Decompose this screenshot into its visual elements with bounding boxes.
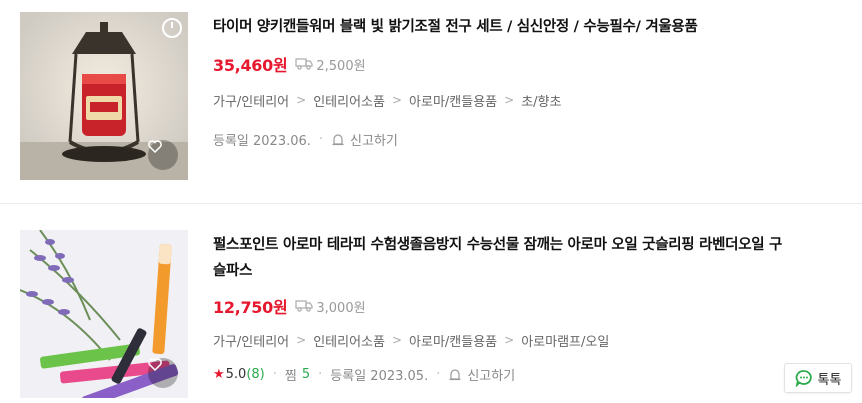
registered-date: 등록일 2023.06. xyxy=(213,133,311,149)
product-title-line: 펄스포인트 아로마 테라피 수험생졸음방지 수능선물 잠깨는 아로마 오일 굿슬… xyxy=(213,237,783,253)
siren-icon xyxy=(449,369,461,381)
chevron-right-icon: > xyxy=(296,93,307,107)
registered-date: 등록일 2023.05. xyxy=(330,368,429,384)
product-item: 타이머 양키캔들워머 블랙 빛 밝기조절 전구 세트 / 심신안정 / 수능필수… xyxy=(0,0,862,204)
separator-dot: · xyxy=(436,366,441,382)
product-thumbnail[interactable] xyxy=(20,12,188,180)
zzim-label: 찜 xyxy=(284,368,297,384)
review-count[interactable]: (8) xyxy=(246,367,264,382)
truck-icon xyxy=(295,58,313,70)
product-info: 타이머 양키캔들워머 블랙 빛 밝기조절 전구 세트 / 심신안정 / 수능필수… xyxy=(213,14,842,149)
category-link[interactable]: 초/향초 xyxy=(521,91,561,110)
report-label: 신고하기 xyxy=(350,133,398,149)
product-thumbnail[interactable] xyxy=(20,230,188,398)
wishlist-heart-button[interactable] xyxy=(148,358,178,388)
report-button[interactable]: 신고하기 xyxy=(448,365,515,384)
separator-dot: · xyxy=(318,131,324,147)
product-list: 타이머 양키캔들워머 블랙 빛 밝기조절 전구 세트 / 심신안정 / 수능필수… xyxy=(0,0,862,403)
category-link[interactable]: 아로마램프/오일 xyxy=(521,331,609,350)
truck-icon xyxy=(295,300,313,312)
chevron-right-icon: > xyxy=(391,333,403,347)
category-link[interactable]: 인테리어소품 xyxy=(313,331,385,350)
talktalk-label: 톡톡 xyxy=(817,372,842,388)
product-meta: ★ 5.0 (8) · 찜 5 · 등록일 2023.05. · 신고하기 xyxy=(213,364,842,384)
category-breadcrumb: 가구/인테리어 > 인테리어소품 > 아로마/캔들용품 > 아로마램프/오일 xyxy=(213,330,842,350)
product-item: 펄스포인트 아로마 테라피 수험생졸음방지 수능선물 잠깨는 아로마 오일 굿슬… xyxy=(0,204,862,403)
separator-dot: · xyxy=(272,366,277,382)
chevron-right-icon: > xyxy=(504,93,515,107)
product-title[interactable]: 펄스포인트 아로마 테라피 수험생졸음방지 수능선물 잠깨는 아로마 오일 굿슬… xyxy=(213,232,842,284)
category-link[interactable]: 아로마/캔들용품 xyxy=(409,331,497,350)
heart-icon xyxy=(148,358,162,371)
talktalk-button[interactable]: 톡톡 xyxy=(784,363,852,393)
chat-bubble-icon xyxy=(795,370,812,387)
category-breadcrumb: 가구/인테리어 > 인테리어소품 > 아로마/캔들용품 > 초/향초 xyxy=(213,90,842,110)
separator-dot: · xyxy=(318,366,323,382)
category-link[interactable]: 가구/인테리어 xyxy=(213,91,289,110)
category-link[interactable]: 아로마/캔들용품 xyxy=(409,91,497,110)
category-link[interactable]: 가구/인테리어 xyxy=(213,331,289,350)
chevron-right-icon: > xyxy=(391,93,403,107)
chevron-right-icon: > xyxy=(296,333,307,347)
shipping-fee: 2,500원 xyxy=(295,55,366,74)
report-button[interactable]: 신고하기 xyxy=(331,130,398,149)
product-title[interactable]: 타이머 양키캔들워머 블랙 빛 밝기조절 전구 세트 / 심신안정 / 수능필수… xyxy=(213,14,842,40)
heart-icon xyxy=(148,140,162,153)
report-label: 신고하기 xyxy=(467,368,516,384)
price-row: 35,460원 2,500원 xyxy=(213,52,842,76)
product-meta: 등록일 2023.06. · 신고하기 xyxy=(213,129,842,149)
zzim-count: 5 xyxy=(301,366,311,382)
shipping-fee-value: 2,500원 xyxy=(316,58,366,74)
product-info: 펄스포인트 아로마 테라피 수험생졸음방지 수능선물 잠깨는 아로마 오일 굿슬… xyxy=(213,232,842,384)
siren-icon xyxy=(332,134,344,146)
shipping-fee-value: 3,000원 xyxy=(316,300,366,316)
category-link[interactable]: 인테리어소품 xyxy=(313,91,385,110)
rating-score: 5.0 xyxy=(225,366,247,382)
shipping-fee: 3,000원 xyxy=(295,297,366,316)
wishlist-heart-button[interactable] xyxy=(148,140,178,170)
chevron-right-icon: > xyxy=(504,333,515,347)
product-title-line: 슬파스 xyxy=(213,263,253,279)
star-icon: ★ xyxy=(213,366,225,382)
product-price: 12,750원 xyxy=(213,298,288,317)
product-price: 35,460원 xyxy=(213,56,288,75)
price-row: 12,750원 3,000원 xyxy=(213,294,842,318)
